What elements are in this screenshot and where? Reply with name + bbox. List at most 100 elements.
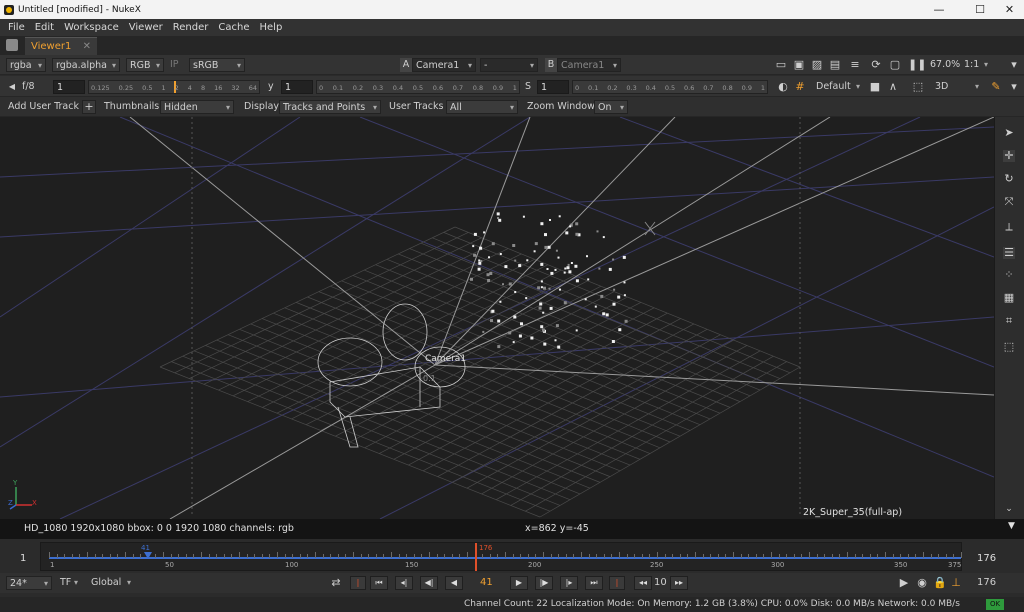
menu-edit[interactable]: Edit	[35, 22, 54, 33]
select-arrow-icon[interactable]: ➤	[1003, 127, 1015, 139]
step-forward-icon[interactable]: ▸▸	[670, 576, 688, 590]
track-point[interactable]	[623, 294, 626, 297]
track-point[interactable]	[546, 268, 549, 270]
track-point[interactable]	[534, 242, 538, 246]
play-forward-icon[interactable]: ▶	[510, 576, 528, 590]
track-point[interactable]	[496, 212, 500, 216]
object-select-icon[interactable]: ⌗	[1003, 315, 1015, 327]
track-point[interactable]	[554, 268, 557, 271]
track-point[interactable]	[482, 330, 485, 333]
track-point[interactable]	[540, 280, 543, 283]
ratio-dropdown[interactable]: 1:1	[961, 58, 991, 72]
next-keyframe-icon[interactable]: |▸	[560, 576, 578, 590]
info-toggle-icon[interactable]: ▼	[1008, 521, 1015, 531]
track-point[interactable]	[470, 277, 473, 281]
track-point[interactable]	[613, 288, 616, 291]
track-point[interactable]	[497, 345, 501, 349]
track-point[interactable]	[566, 266, 570, 270]
translate-icon[interactable]: ✛	[1003, 150, 1015, 162]
display-channel-dropdown[interactable]: RGB	[126, 58, 164, 73]
track-point[interactable]	[530, 336, 534, 340]
track-point[interactable]	[497, 319, 501, 323]
track-point[interactable]	[542, 311, 545, 314]
saturation-value-input[interactable]: 1	[537, 80, 569, 94]
track-point[interactable]	[499, 300, 502, 303]
track-point[interactable]	[490, 319, 493, 323]
timeline-format-dropdown[interactable]: TF	[57, 576, 81, 590]
track-point[interactable]	[502, 283, 504, 286]
tab-close-icon[interactable]: ✕	[83, 38, 91, 56]
track-point[interactable]	[478, 259, 481, 262]
menu-file[interactable]: File	[8, 22, 25, 33]
track-point[interactable]	[611, 340, 615, 343]
track-point[interactable]	[618, 328, 622, 332]
track-point[interactable]	[512, 341, 515, 344]
loop-icon[interactable]: ⇄	[330, 577, 342, 589]
menu-workspace[interactable]: Workspace	[64, 22, 119, 33]
thumbnails-dropdown[interactable]: Hidden	[160, 100, 234, 115]
track-point[interactable]	[479, 246, 483, 250]
saturation-slider[interactable]: 0 0.1 0.2 0.3 0.4 0.5 0.6 0.7 0.8 0.9 1	[572, 80, 768, 94]
track-point[interactable]	[498, 218, 502, 222]
menu-render[interactable]: Render	[173, 22, 209, 33]
gamma-slider[interactable]: 0 0.1 0.2 0.3 0.4 0.5 0.6 0.7 0.8 0.9 1	[316, 80, 520, 94]
prev-keyframe-icon[interactable]: ◂|	[395, 576, 413, 590]
track-point[interactable]	[543, 286, 546, 290]
camera-model-icon[interactable]	[317, 303, 466, 448]
lock-icon[interactable]: 🔒	[933, 577, 947, 589]
chevron-down-icon[interactable]: ▾	[1008, 81, 1020, 93]
scale-icon[interactable]: ⤧	[1003, 196, 1015, 208]
track-point[interactable]	[568, 270, 572, 274]
track-point[interactable]	[575, 329, 578, 332]
track-point[interactable]	[473, 253, 477, 257]
track-point[interactable]	[617, 295, 621, 299]
record-icon[interactable]: ◉	[916, 577, 928, 589]
tab-viewer1[interactable]: Viewer1 ✕	[25, 37, 97, 55]
lines-icon[interactable]: ≡	[849, 59, 861, 71]
track-point[interactable]	[575, 232, 579, 236]
zoom-level[interactable]: 67.0%	[930, 58, 960, 72]
grid-icon[interactable]: #	[794, 81, 806, 93]
track-point[interactable]	[525, 297, 528, 300]
user-tracks-dropdown[interactable]: All	[446, 100, 518, 115]
add-track-icon[interactable]: +	[82, 100, 96, 114]
face-select-icon[interactable]: ▦	[1003, 292, 1015, 304]
track-point[interactable]	[487, 279, 491, 282]
alpha-channel-dropdown[interactable]: rgba.alpha	[52, 58, 120, 73]
track-point[interactable]	[563, 271, 566, 274]
half-circle-icon[interactable]: ◐	[777, 81, 789, 93]
track-point[interactable]	[544, 245, 548, 249]
vertex-select-icon[interactable]: ⁘	[1003, 269, 1015, 281]
track-point[interactable]	[520, 322, 523, 326]
scene-3d[interactable]	[0, 117, 994, 519]
next-frame-icon[interactable]: |▶	[535, 576, 553, 590]
first-frame-icon[interactable]: ⏮	[370, 576, 388, 590]
track-point[interactable]	[518, 334, 522, 338]
track-point[interactable]	[612, 302, 616, 306]
track-point[interactable]	[622, 255, 626, 259]
track-point[interactable]	[540, 286, 543, 289]
track-point[interactable]	[508, 282, 512, 286]
camera-icon[interactable]: ■	[869, 81, 881, 93]
channels-dropdown[interactable]: rgba	[6, 58, 46, 73]
exposure-slider[interactable]: 0.125 0.25 0.5 1 2 4 8 16 32 64	[88, 80, 260, 94]
track-point[interactable]	[555, 249, 558, 252]
track-point[interactable]	[550, 271, 554, 275]
track-point[interactable]	[605, 313, 609, 317]
track-point[interactable]	[574, 264, 578, 268]
fstop-value-input[interactable]: 1	[53, 80, 85, 94]
track-point[interactable]	[623, 281, 626, 284]
lut-dropdown[interactable]: sRGB	[189, 58, 245, 73]
last-frame-icon[interactable]: ⏭	[585, 576, 603, 590]
track-point[interactable]	[544, 233, 547, 237]
track-point[interactable]	[549, 306, 553, 310]
play-backward-icon[interactable]: ◀	[445, 576, 463, 590]
timeline-end-frame[interactable]: 176	[977, 553, 996, 564]
pane-menu-icon[interactable]	[6, 39, 18, 51]
track-point[interactable]	[596, 230, 599, 233]
playbar-end-frame[interactable]: 176	[977, 577, 996, 588]
track-point[interactable]	[540, 262, 544, 266]
step-back-icon[interactable]: ◂◂	[634, 576, 652, 590]
track-point[interactable]	[473, 232, 477, 236]
track-point[interactable]	[508, 331, 512, 335]
